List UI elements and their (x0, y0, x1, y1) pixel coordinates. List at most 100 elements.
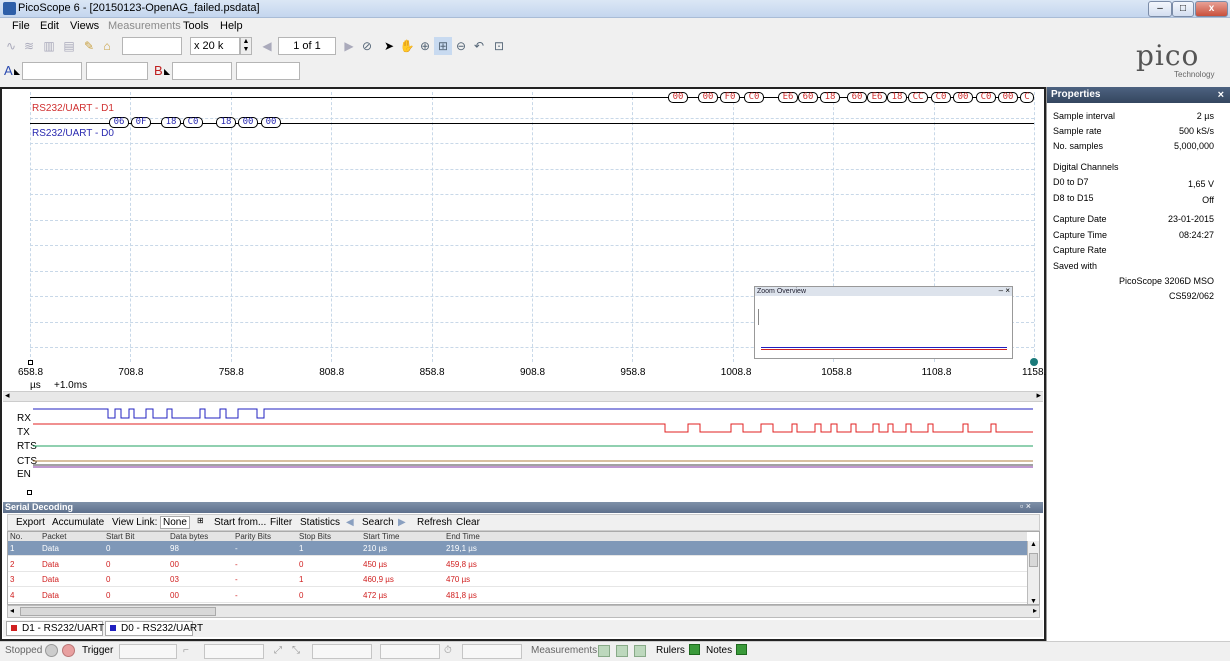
rulers-toggle-icon[interactable] (686, 644, 700, 655)
table-row[interactable]: 2 Data 0 00-0 450 µs 459,8 µs (8, 557, 1027, 572)
spectrum-mode-icon[interactable]: ▥ (40, 37, 58, 55)
decoded-packet[interactable]: 00 (668, 92, 688, 103)
decoded-packet[interactable]: C (1020, 92, 1034, 103)
menu-edit[interactable]: Edit (40, 20, 59, 32)
zoom-region-icon[interactable]: ⊞ (434, 37, 452, 55)
table-horizontal-scrollbar[interactable]: ◂ ▸ (7, 605, 1040, 618)
channel-b-probe-icon[interactable]: ◣ (164, 67, 170, 76)
decoded-packet[interactable]: E6 (867, 92, 887, 103)
table-row[interactable]: 1 Data 0 98 - 1 210 µs 219,1 µs (8, 541, 1027, 556)
column-header[interactable]: Parity Bits (235, 532, 272, 541)
channel-a-probe-icon[interactable]: ◣ (14, 67, 20, 76)
hscroll-right-icon[interactable]: ▸ (1033, 606, 1037, 615)
decoding-window-controls-icon[interactable]: ▫ × (1020, 501, 1031, 511)
scope-horizontal-scrollbar[interactable]: ◂ ▸ (3, 390, 1043, 402)
table-row[interactable]: 3 Data 0 03 - 1 460,9 µs 470 µs (8, 572, 1027, 587)
hand-tool-icon[interactable]: ✋ (398, 37, 416, 55)
edit-measurement-icon[interactable] (616, 645, 628, 657)
search-next-icon[interactable]: ▶ (398, 517, 406, 528)
trigger-pretrigger-field[interactable] (380, 644, 440, 659)
menu-file[interactable]: File (12, 20, 30, 32)
accumulate-button[interactable]: Accumulate (52, 517, 104, 528)
start-from-button[interactable]: Start from... (214, 517, 266, 528)
channel-a-coupling[interactable] (86, 62, 148, 80)
scroll-left-icon[interactable]: ◂ (5, 390, 10, 401)
refresh-button[interactable]: Refresh (417, 517, 452, 528)
rulers-label[interactable]: Rulers (656, 645, 685, 656)
menu-views[interactable]: Views (70, 20, 99, 32)
column-header[interactable]: No. (10, 532, 23, 541)
ruler-handle-right[interactable] (1030, 358, 1038, 366)
trigger-source-select[interactable] (204, 644, 264, 659)
decoded-packet[interactable]: F0 (720, 92, 740, 103)
view-link-add-icon[interactable]: ⊞ (197, 516, 204, 525)
tab-d1-rs232[interactable]: D1 - RS232/UART (6, 621, 104, 636)
search-previous-icon[interactable]: ◀ (346, 517, 354, 528)
table-vertical-scrollbar[interactable]: ▲ ▼ (1027, 541, 1039, 604)
decoded-packet[interactable]: 60 (798, 92, 818, 103)
decoded-packet[interactable]: C0 (744, 92, 764, 103)
trigger-threshold-field[interactable] (312, 644, 372, 659)
notes-toggle-icon[interactable] (733, 644, 747, 655)
filter-button[interactable]: Filter (270, 517, 292, 528)
channel-b-coupling[interactable] (236, 62, 300, 80)
rising-edge-icon[interactable]: ⤢ (274, 645, 282, 656)
menu-measurements[interactable]: Measurements (108, 20, 181, 32)
decoded-packet[interactable]: 00 (998, 92, 1018, 103)
trigger-delay-field[interactable] (462, 644, 522, 659)
decoded-packet[interactable]: 00 (238, 117, 258, 128)
scroll-right-icon[interactable]: ▸ (1036, 390, 1041, 401)
channel-a-range[interactable] (22, 62, 82, 80)
scroll-thumb[interactable] (1029, 553, 1038, 567)
delete-measurement-icon[interactable] (634, 645, 646, 657)
zoom-spinner[interactable]: ▲ ▼ (240, 37, 252, 55)
next-buffer-icon[interactable]: ▶ (340, 37, 358, 55)
zoom-overview-close-icon[interactable]: – × (999, 286, 1010, 295)
magic-wand-icon[interactable]: ✎ (80, 37, 98, 55)
hscroll-thumb[interactable] (20, 607, 216, 616)
decoded-packet[interactable]: 00 (953, 92, 973, 103)
scope-mode-icon[interactable]: ∿ (2, 37, 20, 55)
column-header[interactable]: Start Bit (106, 532, 135, 541)
trigger-mode-select[interactable] (119, 644, 177, 659)
view-link-select[interactable]: None (160, 516, 190, 529)
buffer-navigator-field[interactable]: 1 of 1 (278, 37, 336, 55)
column-header[interactable]: Data bytes (170, 532, 209, 541)
timebase-select[interactable] (122, 37, 182, 55)
tab-d0-rs232[interactable]: D0 - RS232/UART (105, 621, 203, 636)
scroll-up-icon[interactable]: ▲ (1030, 541, 1037, 548)
falling-edge-icon[interactable]: ⤡ (292, 645, 300, 656)
decoded-packet[interactable]: 18 (161, 117, 181, 128)
column-header[interactable]: Packet (42, 532, 67, 541)
zoom-in-icon[interactable]: ⊕ (416, 37, 434, 55)
overview-window-marker[interactable] (758, 309, 759, 325)
decoded-packet[interactable]: 0F (131, 117, 151, 128)
add-measurement-icon[interactable] (598, 645, 610, 657)
decoded-packet[interactable]: 18 (216, 117, 236, 128)
maximize-button[interactable]: □ (1172, 1, 1194, 17)
decoded-packet[interactable]: 06 (109, 117, 129, 128)
minimize-button[interactable]: – (1148, 1, 1172, 17)
zoom-overview[interactable]: Zoom Overview – × (754, 286, 1013, 359)
pointer-tool-icon[interactable]: ➤ (380, 37, 398, 55)
digital-view[interactable]: RX TX RTS CTS EN (3, 404, 1043, 500)
spectrum-alt-icon[interactable]: ▤ (60, 37, 78, 55)
column-header[interactable]: Stop Bits (299, 532, 332, 541)
column-header[interactable]: End Time (446, 532, 480, 541)
menu-help[interactable]: Help (220, 20, 243, 32)
decoded-packet[interactable]: 60 (847, 92, 867, 103)
close-button[interactable]: x (1195, 1, 1228, 17)
channel-b-range[interactable] (172, 62, 232, 80)
decoded-packet[interactable]: 00 (261, 117, 281, 128)
decoded-packet[interactable]: C0 (931, 92, 951, 103)
statistics-button[interactable]: Statistics (300, 517, 340, 528)
ruler-handle-left[interactable] (28, 360, 33, 365)
previous-buffer-icon[interactable]: ◀ (258, 37, 276, 55)
persistence-mode-icon[interactable]: ≋ (20, 37, 38, 55)
decoded-packet[interactable]: 18 (820, 92, 840, 103)
export-button[interactable]: Export (16, 517, 45, 528)
menu-tools[interactable]: Tools (183, 20, 209, 32)
undo-zoom-icon[interactable]: ↶ (470, 37, 488, 55)
trigger-type-icon[interactable]: ⌐ (183, 645, 189, 656)
decoded-packet[interactable]: E6 (778, 92, 798, 103)
